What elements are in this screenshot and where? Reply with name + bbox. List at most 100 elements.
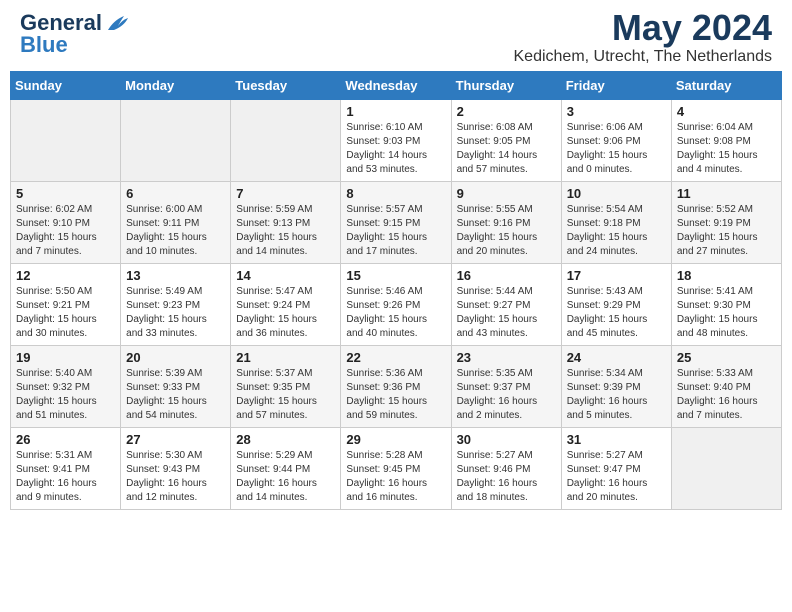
week-row-3: 12 Sunrise: 5:50 AM Sunset: 9:21 PM Dayli… — [11, 264, 782, 346]
day-info: Sunrise: 5:36 AM Sunset: 9:36 PM Dayligh… — [346, 367, 445, 423]
calendar-cell: 22 Sunrise: 5:36 AM Sunset: 9:36 PM Dayli… — [341, 346, 451, 428]
day-number: 15 — [346, 268, 445, 283]
day-info: Sunrise: 5:50 AM Sunset: 9:21 PM Dayligh… — [16, 285, 115, 341]
title-block: May 2024 Kedichem, Utrecht, The Netherla… — [514, 10, 773, 66]
day-info: Sunrise: 5:30 AM Sunset: 9:43 PM Dayligh… — [126, 449, 225, 505]
day-info: Sunrise: 6:08 AM Sunset: 9:05 PM Dayligh… — [457, 121, 556, 177]
day-number: 11 — [677, 186, 776, 201]
day-number: 8 — [346, 186, 445, 201]
calendar-cell: 2 Sunrise: 6:08 AM Sunset: 9:05 PM Daylig… — [451, 100, 561, 182]
weekday-header-sunday: Sunday — [11, 72, 121, 100]
day-info: Sunrise: 5:44 AM Sunset: 9:27 PM Dayligh… — [457, 285, 556, 341]
calendar-cell: 6 Sunrise: 6:00 AM Sunset: 9:11 PM Daylig… — [121, 182, 231, 264]
day-number: 12 — [16, 268, 115, 283]
calendar-cell: 3 Sunrise: 6:06 AM Sunset: 9:06 PM Daylig… — [561, 100, 671, 182]
day-info: Sunrise: 6:06 AM Sunset: 9:06 PM Dayligh… — [567, 121, 666, 177]
page-header: General Blue May 2024 Kedichem, Utrecht,… — [0, 0, 792, 71]
day-number: 6 — [126, 186, 225, 201]
day-number: 5 — [16, 186, 115, 201]
week-row-4: 19Sunrise: 5:40 AM Sunset: 9:32 PM Dayli… — [11, 346, 782, 428]
calendar-cell: 1 Sunrise: 6:10 AM Sunset: 9:03 PM Daylig… — [341, 100, 451, 182]
calendar-body: 1 Sunrise: 6:10 AM Sunset: 9:03 PM Daylig… — [11, 100, 782, 510]
calendar-cell: 15 Sunrise: 5:46 AM Sunset: 9:26 PM Dayli… — [341, 264, 451, 346]
day-info: Sunrise: 6:02 AM Sunset: 9:10 PM Dayligh… — [16, 203, 115, 259]
day-info: Sunrise: 5:46 AM Sunset: 9:26 PM Dayligh… — [346, 285, 445, 341]
calendar-cell: 30Sunrise: 5:27 AM Sunset: 9:46 PM Dayli… — [451, 428, 561, 510]
calendar-cell: 24 Sunrise: 5:34 AM Sunset: 9:39 PM Dayli… — [561, 346, 671, 428]
month-title: May 2024 — [514, 10, 773, 46]
calendar-cell: 28 Sunrise: 5:29 AM Sunset: 9:44 PM Dayli… — [231, 428, 341, 510]
day-number: 23 — [457, 350, 556, 365]
day-info: Sunrise: 5:28 AM Sunset: 9:45 PM Dayligh… — [346, 449, 445, 505]
calendar-cell: 27 Sunrise: 5:30 AM Sunset: 9:43 PM Dayli… — [121, 428, 231, 510]
calendar-wrapper: SundayMondayTuesdayWednesdayThursdayFrid… — [0, 71, 792, 520]
logo: General Blue — [20, 10, 132, 58]
logo-blue: Blue — [20, 32, 68, 58]
day-number: 31 — [567, 432, 666, 447]
day-info: Sunrise: 5:37 AM Sunset: 9:35 PM Dayligh… — [236, 367, 335, 423]
day-number: 27 — [126, 432, 225, 447]
day-number: 18 — [677, 268, 776, 283]
calendar-cell: 19Sunrise: 5:40 AM Sunset: 9:32 PM Dayli… — [11, 346, 121, 428]
day-number: 4 — [677, 104, 776, 119]
day-info: Sunrise: 5:54 AM Sunset: 9:18 PM Dayligh… — [567, 203, 666, 259]
day-info: Sunrise: 5:47 AM Sunset: 9:24 PM Dayligh… — [236, 285, 335, 341]
calendar-cell — [231, 100, 341, 182]
weekday-header-wednesday: Wednesday — [341, 72, 451, 100]
day-info: Sunrise: 5:31 AM Sunset: 9:41 PM Dayligh… — [16, 449, 115, 505]
calendar-cell: 23 Sunrise: 5:35 AM Sunset: 9:37 PM Dayli… — [451, 346, 561, 428]
calendar-header: SundayMondayTuesdayWednesdayThursdayFrid… — [11, 72, 782, 100]
day-number: 7 — [236, 186, 335, 201]
weekday-header-saturday: Saturday — [671, 72, 781, 100]
day-number: 9 — [457, 186, 556, 201]
day-info: Sunrise: 5:27 AM Sunset: 9:47 PM Dayligh… — [567, 449, 666, 505]
calendar-cell: 8 Sunrise: 5:57 AM Sunset: 9:15 PM Daylig… — [341, 182, 451, 264]
day-number: 20 — [126, 350, 225, 365]
day-info: Sunrise: 5:29 AM Sunset: 9:44 PM Dayligh… — [236, 449, 335, 505]
calendar-cell: 20 Sunrise: 5:39 AM Sunset: 9:33 PM Dayli… — [121, 346, 231, 428]
day-info: Sunrise: 5:59 AM Sunset: 9:13 PM Dayligh… — [236, 203, 335, 259]
day-number: 13 — [126, 268, 225, 283]
weekday-header-row: SundayMondayTuesdayWednesdayThursdayFrid… — [11, 72, 782, 100]
day-info: Sunrise: 6:10 AM Sunset: 9:03 PM Dayligh… — [346, 121, 445, 177]
day-number: 29 — [346, 432, 445, 447]
day-number: 2 — [457, 104, 556, 119]
day-info: Sunrise: 6:04 AM Sunset: 9:08 PM Dayligh… — [677, 121, 776, 177]
day-info: Sunrise: 5:34 AM Sunset: 9:39 PM Dayligh… — [567, 367, 666, 423]
week-row-5: 26Sunrise: 5:31 AM Sunset: 9:41 PM Dayli… — [11, 428, 782, 510]
weekday-header-friday: Friday — [561, 72, 671, 100]
calendar-cell: 29 Sunrise: 5:28 AM Sunset: 9:45 PM Dayli… — [341, 428, 451, 510]
location: Kedichem, Utrecht, The Netherlands — [514, 48, 773, 66]
day-info: Sunrise: 5:39 AM Sunset: 9:33 PM Dayligh… — [126, 367, 225, 423]
logo-bird-icon — [104, 12, 132, 34]
calendar-cell: 14Sunrise: 5:47 AM Sunset: 9:24 PM Dayli… — [231, 264, 341, 346]
day-info: Sunrise: 6:00 AM Sunset: 9:11 PM Dayligh… — [126, 203, 225, 259]
day-info: Sunrise: 5:57 AM Sunset: 9:15 PM Dayligh… — [346, 203, 445, 259]
calendar-cell: 7 Sunrise: 5:59 AM Sunset: 9:13 PM Daylig… — [231, 182, 341, 264]
day-info: Sunrise: 5:49 AM Sunset: 9:23 PM Dayligh… — [126, 285, 225, 341]
calendar-cell: 12 Sunrise: 5:50 AM Sunset: 9:21 PM Dayli… — [11, 264, 121, 346]
day-number: 10 — [567, 186, 666, 201]
day-number: 22 — [346, 350, 445, 365]
calendar-cell: 4 Sunrise: 6:04 AM Sunset: 9:08 PM Daylig… — [671, 100, 781, 182]
day-info: Sunrise: 5:33 AM Sunset: 9:40 PM Dayligh… — [677, 367, 776, 423]
calendar-cell: 18Sunrise: 5:41 AM Sunset: 9:30 PM Dayli… — [671, 264, 781, 346]
week-row-2: 5 Sunrise: 6:02 AM Sunset: 9:10 PM Daylig… — [11, 182, 782, 264]
day-number: 1 — [346, 104, 445, 119]
calendar-cell: 10 Sunrise: 5:54 AM Sunset: 9:18 PM Dayli… — [561, 182, 671, 264]
calendar-cell: 17Sunrise: 5:43 AM Sunset: 9:29 PM Dayli… — [561, 264, 671, 346]
day-info: Sunrise: 5:52 AM Sunset: 9:19 PM Dayligh… — [677, 203, 776, 259]
day-number: 30 — [457, 432, 556, 447]
day-number: 28 — [236, 432, 335, 447]
day-number: 24 — [567, 350, 666, 365]
day-info: Sunrise: 5:35 AM Sunset: 9:37 PM Dayligh… — [457, 367, 556, 423]
calendar-cell — [121, 100, 231, 182]
calendar-cell: 21 Sunrise: 5:37 AM Sunset: 9:35 PM Dayli… — [231, 346, 341, 428]
day-number: 16 — [457, 268, 556, 283]
day-number: 21 — [236, 350, 335, 365]
day-info: Sunrise: 5:55 AM Sunset: 9:16 PM Dayligh… — [457, 203, 556, 259]
calendar-cell: 5 Sunrise: 6:02 AM Sunset: 9:10 PM Daylig… — [11, 182, 121, 264]
day-number: 3 — [567, 104, 666, 119]
day-number: 25 — [677, 350, 776, 365]
calendar-cell: 11 Sunrise: 5:52 AM Sunset: 9:19 PM Dayli… — [671, 182, 781, 264]
